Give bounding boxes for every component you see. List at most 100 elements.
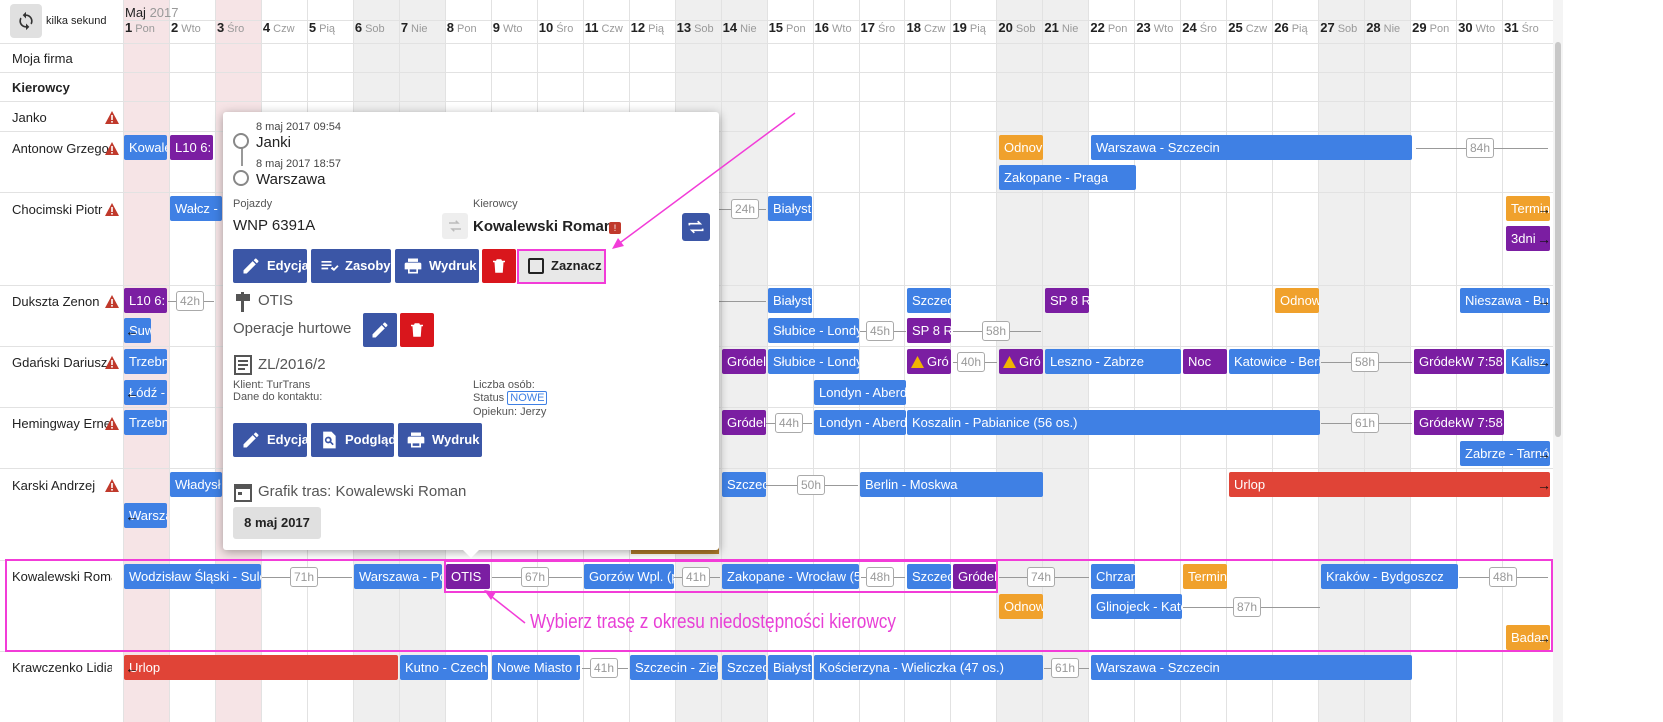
route-block[interactable]: Termin	[1183, 564, 1227, 589]
resources-button[interactable]: Zasoby	[311, 249, 391, 283]
operation-delete-button[interactable]	[400, 313, 434, 347]
route-block[interactable]: Szczec	[722, 655, 766, 680]
operation-name: OTIS	[258, 292, 294, 309]
driver-label[interactable]: Dukszta Zenon	[12, 294, 112, 309]
route-block[interactable]: Warszawa - Szczecin	[1091, 135, 1412, 160]
route-block[interactable]: SP 8 R	[907, 318, 951, 343]
weekday: Nie	[740, 23, 757, 35]
route-block[interactable]: Szczecin - Zielo	[630, 655, 718, 680]
order-edit-button[interactable]: Edycja	[233, 423, 309, 457]
route-block[interactable]: Nowe Miasto n	[492, 655, 580, 680]
route-block[interactable]: Odnow	[999, 594, 1043, 619]
route-block[interactable]: Kraków - Bydgoszcz	[1321, 564, 1458, 589]
route-block[interactable]: Wałcz -	[170, 196, 222, 221]
route-block[interactable]: Noc	[1183, 349, 1227, 374]
print-button[interactable]: Wydruk	[395, 249, 479, 283]
day-header: 9 Wto	[491, 20, 523, 42]
driver-name[interactable]: Kowalewski Roman	[473, 218, 613, 235]
order-print-button[interactable]: Wydruk	[398, 423, 482, 457]
gap-duration: 87h	[1233, 597, 1262, 617]
route-block[interactable]: Chrzar	[1091, 564, 1135, 589]
row-divider	[0, 72, 1553, 73]
day-header: 1 Pon	[123, 20, 155, 42]
drivers-label: Kierowcy	[473, 198, 518, 210]
route-block[interactable]: Szczec	[907, 288, 951, 313]
route-block[interactable]: Zakopane - Praga	[999, 165, 1136, 190]
route-block[interactable]: Białyst	[768, 655, 812, 680]
driver-label[interactable]: Gdański Dariusz	[12, 355, 112, 370]
route-block[interactable]: Gorzów Wpl. (p	[584, 564, 674, 589]
route-block[interactable]: Katowice - Berl	[1229, 349, 1320, 374]
route-block[interactable]: Kutno - Czecho	[400, 655, 488, 680]
preview-label: Podgląd	[345, 432, 397, 447]
route-block[interactable]: Zakopane - Wrocław (59	[722, 564, 859, 589]
day-header: 19 Pią	[950, 20, 985, 42]
driver-label[interactable]: Chocimski Piotr	[12, 202, 112, 217]
route-block[interactable]: L10 6:	[170, 135, 213, 160]
swap-driver-button[interactable]	[682, 213, 710, 241]
route-block[interactable]: OTIS	[446, 564, 490, 589]
order-number[interactable]: ZL/2016/2	[258, 356, 326, 373]
route-block[interactable]: Władysł	[170, 472, 222, 497]
day-header: 27 Sob	[1318, 20, 1357, 42]
day-header: 10 Śro	[537, 20, 574, 42]
refresh-label: kilka sekund	[46, 15, 107, 27]
scrollbar-thumb[interactable]	[1555, 42, 1561, 437]
day-header: 22 Pon	[1088, 20, 1127, 42]
route-details-popup: 8 maj 2017 09:54 Janki 8 maj 2017 18:57 …	[223, 112, 719, 550]
day-number: 10	[538, 20, 554, 35]
date-button[interactable]: 8 maj 2017	[233, 507, 321, 539]
route-block[interactable]: Londyn - Aberd	[814, 380, 906, 405]
route-block[interactable]: SP 8 R	[1045, 288, 1089, 313]
end-place: Warszawa	[256, 171, 326, 188]
route-block[interactable]: Wodzisław Śląski - Sulejó	[124, 564, 261, 589]
operation-edit-button[interactable]	[363, 313, 397, 347]
route-block[interactable]: Gródel	[722, 410, 766, 435]
route-block[interactable]: Kowalewski	[124, 135, 167, 160]
popup-pointer	[462, 549, 480, 558]
route-block[interactable]: Słubice - Londy	[768, 318, 859, 343]
route-block[interactable]: Trzebn	[124, 349, 167, 374]
day-number: 1	[125, 20, 133, 35]
route-block[interactable]: GródekW 7:58	[1414, 349, 1504, 374]
day-header: 5 Pią	[307, 20, 335, 42]
route-block[interactable]: Koszalin - Pabianice (56 os.)	[907, 410, 1320, 435]
route-block[interactable]: Glinojeck - Kato	[1091, 594, 1182, 619]
driver-label[interactable]: Hemingway Ernest	[12, 416, 112, 431]
route-block[interactable]: Trzebn	[124, 410, 167, 435]
route-block[interactable]: Urlop	[1229, 472, 1550, 497]
route-block[interactable]: Słubice - Londy	[768, 349, 859, 374]
route-block[interactable]: Białyst	[768, 196, 812, 221]
route-block[interactable]: Urlop	[124, 655, 398, 680]
route-block[interactable]: Warszawa - Poz	[354, 564, 442, 589]
route-block[interactable]: GródekW 7:58	[1414, 410, 1504, 435]
route-block[interactable]: Białyst	[768, 288, 812, 313]
route-block[interactable]: Berlin - Moskwa	[860, 472, 1043, 497]
route-block[interactable]: Gródel	[722, 349, 766, 374]
arrow-left-icon: ←	[125, 323, 139, 339]
route-block[interactable]: Warszawa - Szczecin	[1091, 655, 1412, 680]
route-block[interactable]: L10 6:	[124, 288, 167, 313]
warning-icon	[105, 142, 119, 155]
route-block[interactable]: Gródel	[953, 564, 997, 589]
driver-label[interactable]: Kowalewski Roman	[12, 569, 112, 584]
printer-icon	[407, 432, 425, 448]
edit-button[interactable]: Edycja	[233, 249, 309, 283]
driver-label[interactable]: Karski Andrzej	[12, 478, 112, 493]
driver-label[interactable]: Krawczenko Lidia	[12, 660, 112, 675]
route-block[interactable]: Szczec	[722, 472, 766, 497]
day-number: 8	[446, 20, 455, 35]
refresh-button[interactable]	[10, 4, 42, 38]
route-block[interactable]: Leszno - Zabrze	[1045, 349, 1181, 374]
route-block[interactable]: Odnow	[1275, 288, 1319, 313]
route-block[interactable]: Londyn - Aberd	[814, 410, 906, 435]
route-block[interactable]: Odnov	[999, 135, 1043, 160]
select-button[interactable]: Zaznacz	[518, 249, 604, 283]
route-block[interactable]: Kościerzyna - Wieliczka (47 os.)	[814, 655, 1043, 680]
delete-button[interactable]	[482, 249, 516, 283]
vehicle-plate[interactable]: WNP 6391A	[233, 217, 315, 234]
route-block[interactable]: Szczec	[907, 564, 951, 589]
driver-label[interactable]: Antonow Grzegorz	[12, 141, 112, 156]
preview-button[interactable]: Podgląd	[311, 423, 397, 457]
driver-label[interactable]: Janko	[12, 110, 112, 125]
